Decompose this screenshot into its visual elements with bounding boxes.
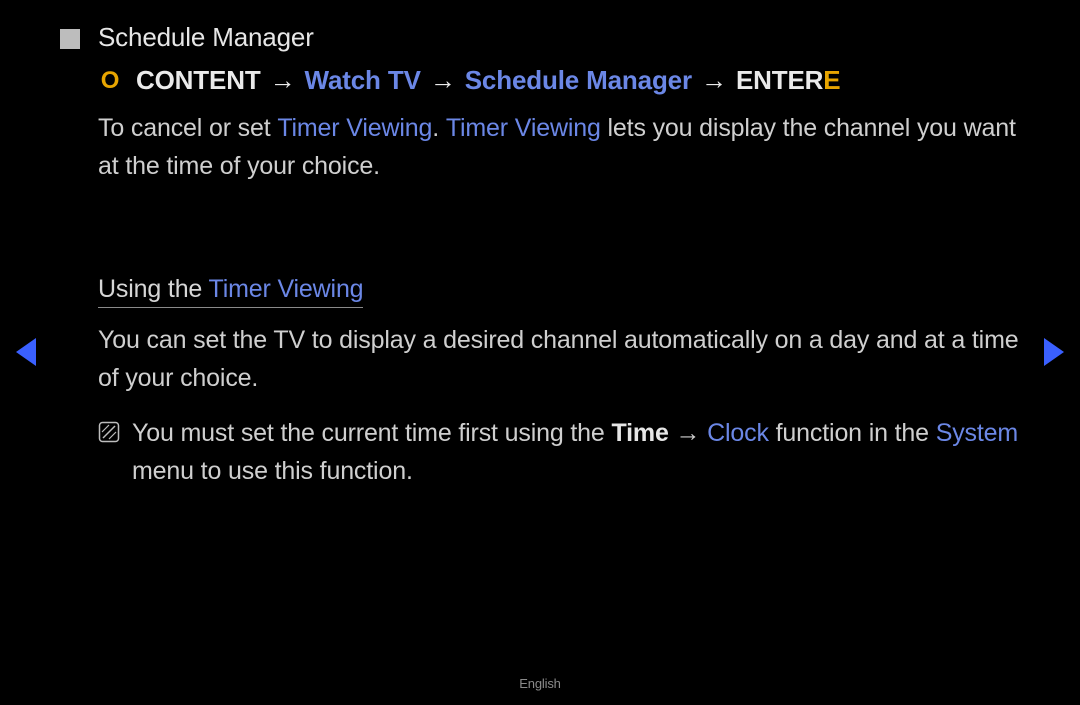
- breadcrumb-row: O CONTENT → Watch TV → Schedule Manager …: [98, 65, 1020, 96]
- bc-schedule-manager: Schedule Manager: [465, 65, 692, 95]
- manual-page: Schedule Manager O CONTENT → Watch TV → …: [0, 0, 1080, 705]
- note-clock: Clock: [707, 419, 769, 447]
- subsection-paragraph: You can set the TV to display a desired …: [98, 322, 1020, 397]
- bc-enter: ENTERE: [736, 65, 841, 95]
- bc-arrow-2: →: [428, 65, 458, 95]
- bc-enter-text: ENTER: [736, 65, 823, 95]
- bc-enter-e: E: [823, 65, 840, 95]
- circle-o-icon: O: [98, 69, 122, 93]
- bc-arrow-3: →: [699, 65, 729, 95]
- content-area: Schedule Manager O CONTENT → Watch TV → …: [60, 22, 1020, 490]
- note-system: System: [936, 419, 1018, 447]
- bc-content: CONTENT: [136, 65, 261, 95]
- note-mid: function in the: [769, 419, 936, 447]
- para1-mid: .: [432, 114, 446, 142]
- subhead-timer-viewing: Timer Viewing: [209, 275, 364, 303]
- para1-timer-viewing-1: Timer Viewing: [277, 114, 432, 142]
- next-page-arrow[interactable]: [1044, 338, 1064, 366]
- section-bullet-icon: [60, 29, 80, 49]
- para1-timer-viewing-2: Timer Viewing: [446, 114, 601, 142]
- footer-language: English: [0, 676, 1080, 691]
- note-text: You must set the current time first usin…: [132, 415, 1020, 490]
- note-post: menu to use this function.: [132, 457, 413, 485]
- breadcrumb: CONTENT → Watch TV → Schedule Manager → …: [136, 65, 840, 96]
- para1-pre: To cancel or set: [98, 114, 277, 142]
- note-icon: [98, 421, 120, 443]
- note-pre: You must set the current time first usin…: [132, 419, 611, 447]
- title-row: Schedule Manager: [60, 22, 1020, 53]
- prev-page-arrow[interactable]: [16, 338, 36, 366]
- bc-watch-tv: Watch TV: [305, 65, 421, 95]
- page-title: Schedule Manager: [98, 22, 314, 53]
- intro-paragraph: To cancel or set Timer Viewing. Timer Vi…: [98, 110, 1020, 185]
- note-time: Time: [611, 419, 668, 447]
- note-arrow: →: [669, 419, 707, 447]
- note-row: You must set the current time first usin…: [98, 415, 1020, 490]
- subsection: Using the Timer Viewing You can set the …: [98, 275, 1020, 490]
- subhead-pre: Using the: [98, 275, 209, 303]
- bc-arrow-1: →: [268, 65, 298, 95]
- subsection-heading: Using the Timer Viewing: [98, 275, 363, 308]
